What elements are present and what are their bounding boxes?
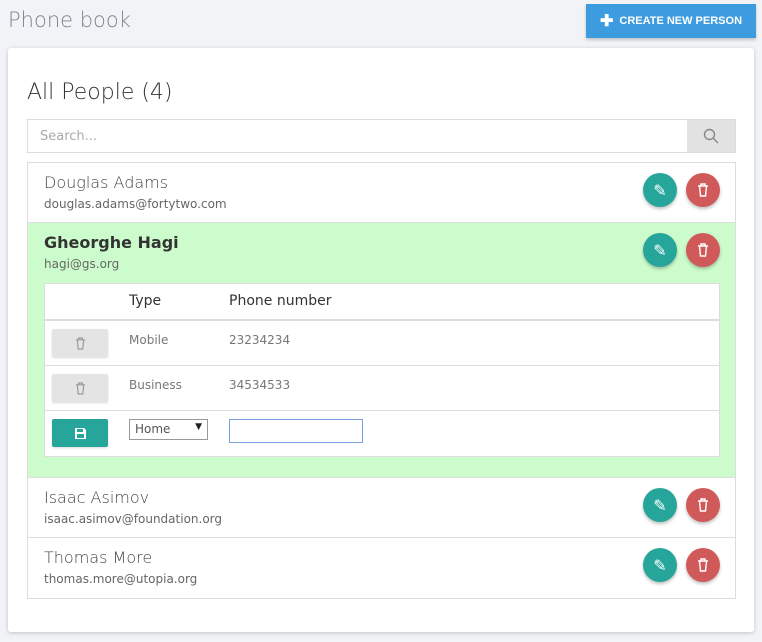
header-number: Phone number xyxy=(229,293,332,309)
search-icon xyxy=(703,128,719,144)
edit-button[interactable]: ✎ xyxy=(643,548,677,582)
pencil-icon: ✎ xyxy=(653,180,667,200)
people-card: All People (4) Douglas Adams douglas.ada… xyxy=(8,48,754,632)
create-new-person-button[interactable]: ✚ CREATE NEW PERSON xyxy=(586,4,756,38)
dropdown-arrow-icon: ▼ xyxy=(195,422,202,432)
person-email: isaac.asimov@foundation.org xyxy=(44,512,223,526)
pencil-icon: ✎ xyxy=(653,240,667,260)
phone-row: Business 34534533 xyxy=(45,366,719,411)
delete-phone-button[interactable] xyxy=(52,374,108,402)
edit-button[interactable]: ✎ xyxy=(643,173,677,207)
trash-icon xyxy=(698,243,708,257)
page-title: All People (4) xyxy=(27,80,173,105)
new-phone-row: Home ▼ xyxy=(45,411,719,456)
edit-button[interactable]: ✎ xyxy=(643,488,677,522)
trash-icon xyxy=(75,381,85,395)
person-row[interactable]: Douglas Adams douglas.adams@fortytwo.com… xyxy=(28,163,735,223)
people-list: Douglas Adams douglas.adams@fortytwo.com… xyxy=(27,162,736,599)
trash-icon xyxy=(698,558,708,572)
selected-type: Home xyxy=(135,422,171,436)
edit-button[interactable]: ✎ xyxy=(643,233,677,267)
header-type: Type xyxy=(129,293,162,309)
phone-row: Mobile 23234234 xyxy=(45,321,719,366)
phone-number-input[interactable] xyxy=(229,419,363,443)
person-email: douglas.adams@fortytwo.com xyxy=(44,197,227,211)
delete-button[interactable] xyxy=(686,173,720,207)
person-email: thomas.more@utopia.org xyxy=(44,572,198,586)
save-phone-button[interactable] xyxy=(52,419,108,447)
phone-type: Mobile xyxy=(129,333,169,347)
person-row-selected[interactable]: Gheorghe Hagi hagi@gs.org ✎ Type Phone n… xyxy=(28,223,735,478)
person-name: Thomas More xyxy=(44,548,153,567)
delete-button[interactable] xyxy=(686,488,720,522)
app-title: Phone book xyxy=(8,8,131,32)
trash-icon xyxy=(75,336,85,350)
search-input[interactable] xyxy=(28,120,687,152)
phones-table: Type Phone number Mobile 23234234 Busine… xyxy=(44,283,720,457)
search-bar xyxy=(27,119,736,153)
trash-icon xyxy=(698,183,708,197)
delete-button[interactable] xyxy=(686,548,720,582)
trash-icon xyxy=(698,498,708,512)
delete-phone-button[interactable] xyxy=(52,329,108,357)
person-name: Douglas Adams xyxy=(44,173,169,192)
delete-button[interactable] xyxy=(686,233,720,267)
pencil-icon: ✎ xyxy=(653,555,667,575)
person-name: Isaac Asimov xyxy=(44,488,150,507)
phone-type: Business xyxy=(129,378,182,392)
phones-header: Type Phone number xyxy=(45,284,719,321)
person-row[interactable]: Thomas More thomas.more@utopia.org ✎ xyxy=(28,538,735,598)
phone-number: 34534533 xyxy=(229,378,291,392)
person-row[interactable]: Isaac Asimov isaac.asimov@foundation.org… xyxy=(28,478,735,538)
person-name: Gheorghe Hagi xyxy=(44,233,179,252)
phone-number: 23234234 xyxy=(229,333,291,347)
search-button[interactable] xyxy=(687,120,735,152)
plus-icon: ✚ xyxy=(599,13,614,30)
person-email: hagi@gs.org xyxy=(44,257,120,271)
save-icon xyxy=(74,427,86,439)
phone-type-select[interactable]: Home ▼ xyxy=(129,419,208,440)
create-label: CREATE NEW PERSON xyxy=(619,15,743,27)
pencil-icon: ✎ xyxy=(653,495,667,515)
